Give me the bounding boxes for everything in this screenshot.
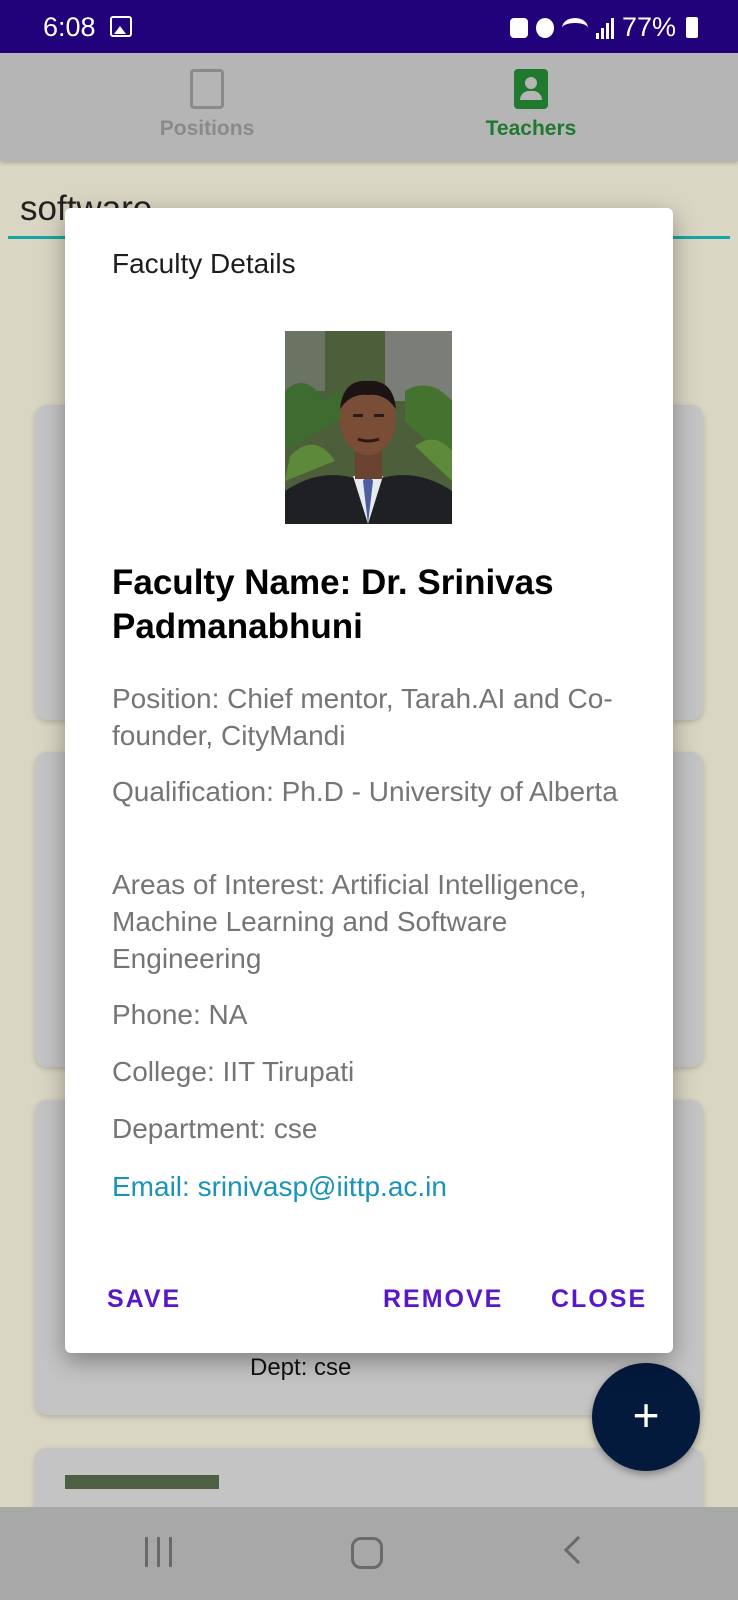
home-icon[interactable] xyxy=(351,1537,383,1569)
battery-icon xyxy=(686,17,698,38)
faculty-name: Faculty Name: Dr. Srinivas Padmanabhuni xyxy=(112,563,554,646)
faculty-college: College: IIT Tirupati xyxy=(112,1056,355,1087)
faculty-email-link[interactable]: Email: srinivasp@iittp.ac.in xyxy=(112,1168,622,1205)
tab-teachers-label: Teachers xyxy=(485,117,577,140)
tab-positions-label: Positions xyxy=(159,117,255,140)
faculty-phone: Phone: NA xyxy=(112,999,248,1030)
teacher-badge-icon xyxy=(514,69,548,109)
close-button[interactable]: CLOSE xyxy=(551,1285,647,1314)
faculty-department: Department: cse xyxy=(112,1113,318,1144)
back-icon[interactable] xyxy=(563,1535,593,1565)
add-button[interactable]: + xyxy=(592,1363,700,1471)
status-icons: 77% xyxy=(509,12,698,43)
alarm-icon xyxy=(535,17,554,38)
faculty-position: Position: Chief mentor, Tarah.AI and Co-… xyxy=(112,683,613,751)
wifi-icon xyxy=(561,17,588,38)
navigation-bar xyxy=(0,1507,738,1600)
faculty-qualification: Qualification: Ph.D - University of Albe… xyxy=(112,776,618,807)
battery-percentage: 77% xyxy=(621,12,676,42)
tab-bar: Positions Teachers xyxy=(0,53,738,161)
status-time: 6:08 xyxy=(43,12,96,42)
faculty-details-dialog: Faculty Details Faculty Name: Dr. Sriniv… xyxy=(65,208,673,1353)
clipboard-search-icon xyxy=(190,69,224,109)
recent-apps-icon[interactable] xyxy=(145,1537,175,1567)
faculty-areas-of-interest: Areas of Interest: Artificial Intelligen… xyxy=(112,869,587,974)
card-dept-text: Dept: cse xyxy=(250,1354,352,1381)
faculty-photo xyxy=(285,331,452,524)
tab-teachers[interactable]: Teachers xyxy=(431,69,631,141)
status-bar: 6:08 77% xyxy=(0,0,738,53)
tab-positions[interactable]: Positions xyxy=(107,69,307,141)
battery-saver-icon xyxy=(509,17,528,38)
save-button[interactable]: SAVE xyxy=(107,1285,181,1314)
remove-button[interactable]: REMOVE xyxy=(383,1285,503,1314)
gallery-notification-icon xyxy=(110,16,132,37)
card-thumbnail xyxy=(65,1475,219,1489)
signal-icon xyxy=(595,17,614,39)
dialog-title: Faculty Details xyxy=(112,248,296,279)
